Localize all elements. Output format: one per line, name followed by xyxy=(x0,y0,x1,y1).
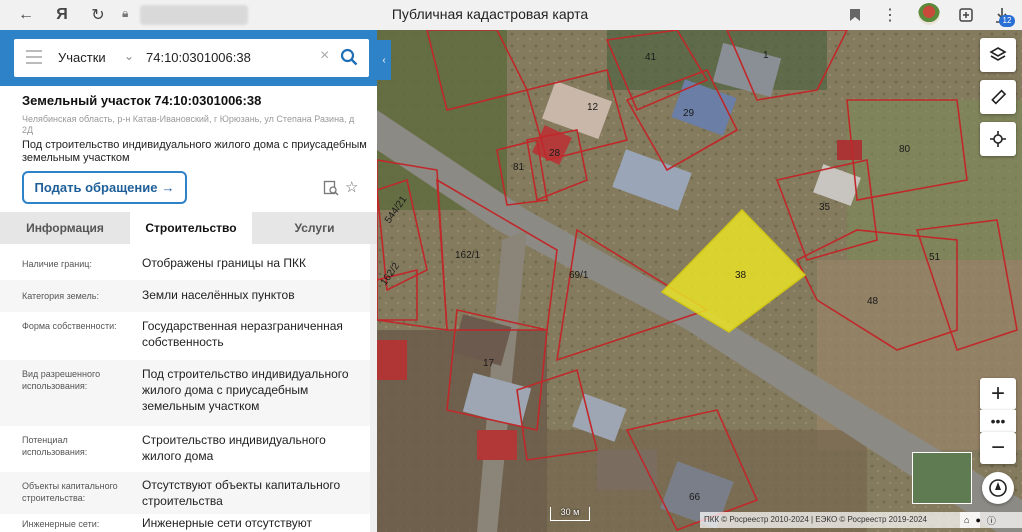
info-panel: Участки ⌄ × Земельный участок 74:10:0301… xyxy=(0,30,377,532)
property-row: Категория земель: Земли населённых пункт… xyxy=(0,280,370,312)
parcel-label[interactable]: 29 xyxy=(683,108,695,119)
document-search-icon[interactable] xyxy=(323,180,339,196)
parcel-label[interactable]: 162/1 xyxy=(455,250,480,261)
collapse-panel-icon[interactable]: ‹ xyxy=(377,40,391,80)
menu-icon[interactable] xyxy=(26,50,42,64)
app-window: ← Я ↻ 🔒︎ Публичная кадастровая карта ⋮ 1… xyxy=(0,0,1022,532)
star-icon[interactable]: ☆ xyxy=(345,178,358,196)
browser-toolbar: ← Я ↻ 🔒︎ Публичная кадастровая карта ⋮ 1… xyxy=(0,0,1022,30)
search-box: Участки ⌄ × xyxy=(14,39,369,77)
tab-information[interactable]: Информация xyxy=(0,212,130,244)
property-row: Наличие границ: Отображены границы на ПК… xyxy=(0,244,370,280)
property-row: Потенциал использования: Строительство и… xyxy=(0,426,370,472)
chevron-down-icon[interactable]: ⌄ xyxy=(124,49,134,63)
property-row: Объекты капитального строительства: Отсу… xyxy=(0,472,370,514)
property-value: Строительство индивидуального жилого дом… xyxy=(142,433,326,463)
ruler-icon[interactable] xyxy=(980,80,1016,114)
tab-services[interactable]: Услуги xyxy=(252,212,377,244)
search-input[interactable] xyxy=(146,50,316,65)
property-label: Объекты капитального строительства: xyxy=(22,481,118,503)
property-label: Категория земель: xyxy=(22,291,99,301)
yandex-logo-icon[interactable]: Я xyxy=(50,3,74,27)
property-row: Инженерные сети: Инженерные сети отсутст… xyxy=(0,514,370,532)
property-label: Вид разрешенного использования: xyxy=(22,369,101,391)
scrollbar[interactable] xyxy=(370,244,377,532)
back-icon[interactable]: ← xyxy=(14,3,38,27)
parcel-label[interactable]: 41 xyxy=(645,52,657,63)
parcel-address: Челябинская область, р-н Катав-Ивановски… xyxy=(22,114,355,135)
property-row: Форма собственности: Государственная нер… xyxy=(0,312,370,360)
lock-icon[interactable]: 🔒︎ xyxy=(122,6,136,24)
parcel-label[interactable]: 1 xyxy=(763,50,769,61)
search-icon[interactable] xyxy=(340,48,358,66)
reload-icon[interactable]: ↻ xyxy=(86,3,110,27)
map-attribution: ПКК © Росреестр 2010-2024 | ЕЭКО © Росре… xyxy=(700,512,980,528)
parcel-label[interactable]: 51 xyxy=(929,252,941,263)
property-value: Под строительство индивидуального жилого… xyxy=(142,367,349,413)
parcel-label[interactable]: 28 xyxy=(549,148,561,159)
tab-bar: Информация Строительство Услуги xyxy=(0,212,377,244)
property-value: Отсутствуют объекты капитального строите… xyxy=(142,478,341,508)
property-row: Вид разрешенного использования: Под стро… xyxy=(0,360,370,426)
more-horizontal-icon[interactable]: ••• xyxy=(980,410,1016,432)
parcel-purpose: Под строительство индивидуального жилого… xyxy=(22,139,367,164)
parcel-label[interactable]: 80 xyxy=(899,144,911,155)
submit-appeal-button[interactable]: Подать обращение → xyxy=(22,171,187,204)
arrow-right-icon: → xyxy=(161,180,175,195)
object-type-select[interactable]: Участки xyxy=(58,50,106,65)
parcel-label[interactable]: 69/1 xyxy=(569,270,589,281)
minimap[interactable] xyxy=(912,452,972,504)
extensions-icon[interactable] xyxy=(954,3,978,27)
locate-icon[interactable] xyxy=(980,122,1016,156)
parcel-label[interactable]: 48 xyxy=(867,296,879,307)
property-label: Наличие границ: xyxy=(22,259,92,269)
zoom-in-button[interactable]: + xyxy=(980,378,1016,410)
downloads-badge: 12 xyxy=(999,15,1015,27)
profile-avatar[interactable] xyxy=(918,3,940,25)
parcel-label[interactable]: 66 xyxy=(689,492,701,503)
property-value: Инженерные сети отсутствуют xyxy=(142,516,312,530)
parcel-label[interactable]: 17 xyxy=(483,358,495,369)
property-label: Форма собственности: xyxy=(22,321,117,331)
home-icon[interactable]: ⌂ xyxy=(964,515,969,525)
bookmark-icon[interactable] xyxy=(843,3,867,27)
layers-icon[interactable] xyxy=(980,38,1016,72)
map-scale: 30 м xyxy=(550,507,590,521)
close-icon[interactable]: × xyxy=(320,47,329,65)
property-value: Отображены границы на ПКК xyxy=(142,256,307,270)
property-value: Земли населённых пунктов xyxy=(142,288,295,302)
property-value: Государственная неразграниченная собстве… xyxy=(142,319,343,349)
property-label: Потенциал использования: xyxy=(22,435,88,457)
parcel-label[interactable]: 12 xyxy=(587,102,599,113)
address-bar[interactable] xyxy=(140,5,248,25)
parcel-label[interactable]: 38 xyxy=(735,270,747,281)
zoom-out-button[interactable]: − xyxy=(980,432,1016,464)
more-vertical-icon[interactable]: ⋮ xyxy=(878,3,902,27)
parcel-title: Земельный участок 74:10:0301006:38 xyxy=(22,93,262,108)
property-label: Инженерные сети: xyxy=(22,519,100,529)
page-title: Публичная кадастровая карта xyxy=(391,6,589,22)
parcel-label[interactable]: 35 xyxy=(819,202,831,213)
tab-construction[interactable]: Строительство xyxy=(130,212,252,244)
info-icon[interactable]: ⓘ xyxy=(987,514,996,527)
parcel-label[interactable]: 81 xyxy=(513,162,525,173)
search-bar-area: Участки ⌄ × xyxy=(0,30,377,86)
submit-appeal-label: Подать обращение xyxy=(34,180,158,195)
person-icon[interactable]: ● xyxy=(975,515,980,525)
compass-icon[interactable] xyxy=(982,472,1014,504)
attribution-icons: ⌂ ● ⓘ xyxy=(960,512,1022,528)
